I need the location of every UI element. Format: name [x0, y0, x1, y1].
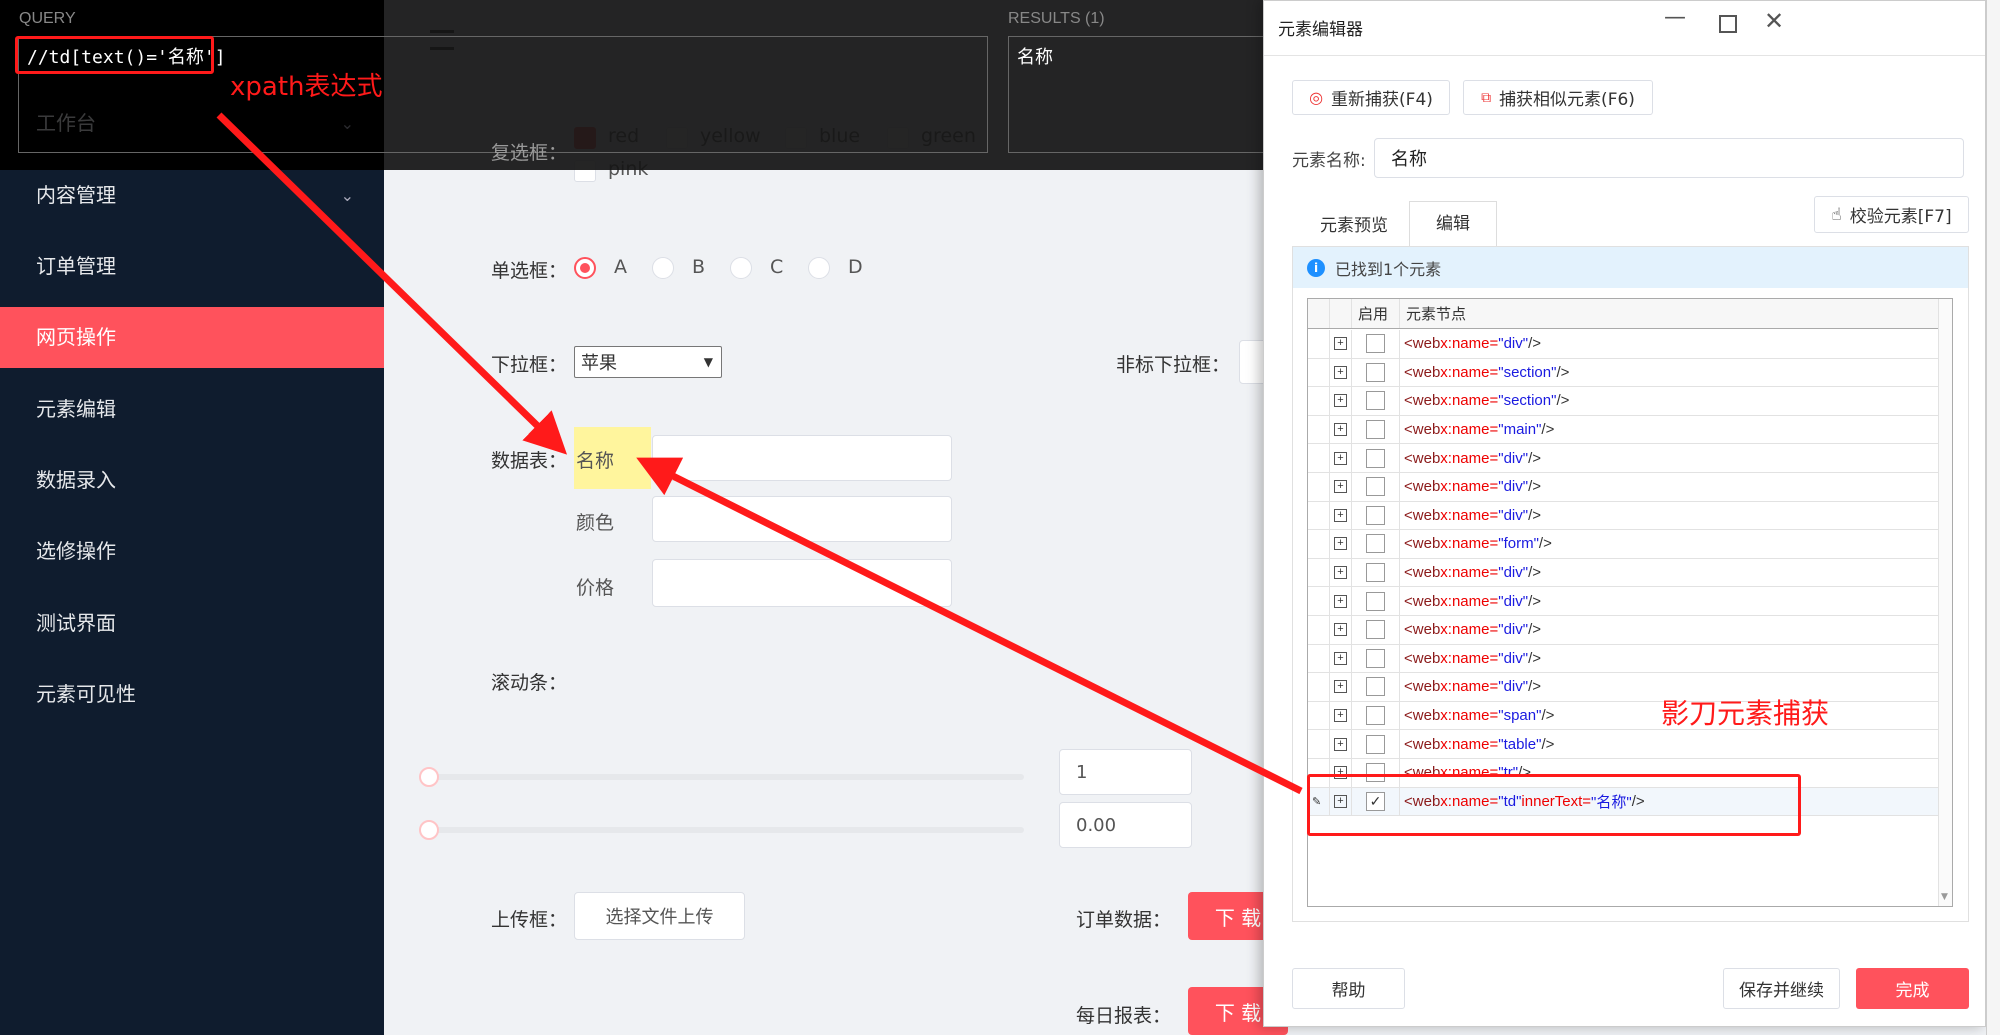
annotation-arrows: [216, 112, 1303, 795]
arrow-from-capture: [636, 457, 1303, 795]
checkbox-label: 复选框：: [491, 142, 568, 164]
